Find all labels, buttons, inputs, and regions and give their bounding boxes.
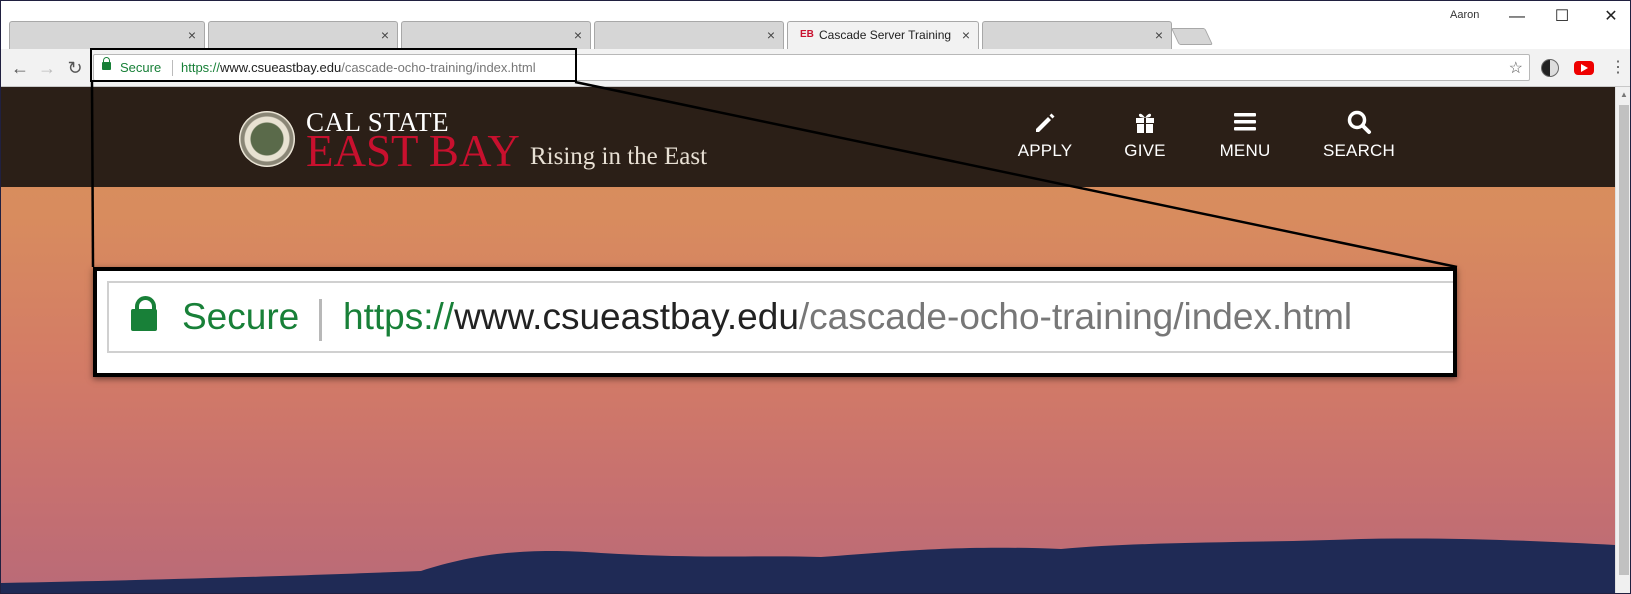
tab-3[interactable]: ×	[401, 21, 591, 49]
scroll-up-arrow-icon[interactable]: ▲	[1620, 90, 1628, 99]
browser-window: × × × × EB Cascade Server Training × × A…	[0, 0, 1631, 594]
hills-silhouette	[1, 538, 1615, 593]
nav-label: MENU	[1219, 141, 1271, 160]
tab-2[interactable]: ×	[208, 21, 398, 49]
tab-6[interactable]: ×	[982, 21, 1172, 49]
brand-east-bay[interactable]: EAST BAY	[306, 125, 520, 177]
gift-icon	[1136, 113, 1154, 133]
pencil-icon	[1036, 113, 1055, 132]
tab-active-cascade-server-training[interactable]: EB Cascade Server Training ×	[787, 21, 979, 49]
youtube-extension-icon[interactable]	[1574, 61, 1594, 75]
tab-1[interactable]: ×	[9, 21, 205, 49]
reload-button[interactable]: ↻	[64, 57, 86, 79]
chrome-menu-icon[interactable]: ⋮	[1610, 58, 1626, 78]
nav-menu[interactable]: MENU	[1200, 109, 1290, 161]
tab-close-button[interactable]: ×	[574, 26, 582, 44]
vertical-scrollbar[interactable]: ▲	[1615, 87, 1630, 593]
nav-label: APPLY	[1017, 141, 1073, 160]
tab-close-button[interactable]: ×	[381, 26, 389, 44]
minimize-button[interactable]: —	[1497, 5, 1537, 29]
nav-give[interactable]: GIVE	[1100, 109, 1190, 161]
tab-strip: × × × × EB Cascade Server Training × × A…	[1, 1, 1630, 49]
site-header: CAL STATE EAST BAY Rising in the East AP…	[1, 87, 1615, 187]
favicon-eb-icon: EB	[800, 29, 814, 40]
nav-search[interactable]: SEARCH	[1314, 109, 1404, 161]
zoomed-address-bar-callout: Secure https://www.csueastbay.edu/cascad…	[93, 267, 1457, 377]
zoomed-lock-icon	[131, 296, 157, 331]
tab-close-button[interactable]: ×	[767, 26, 775, 44]
nav-label: SEARCH	[1322, 141, 1396, 160]
tab-close-button[interactable]: ×	[962, 26, 970, 44]
maximize-button[interactable]: ☐	[1542, 5, 1582, 29]
zoomed-url-text: https://www.csueastbay.edu/cascade-ocho-…	[343, 296, 1352, 338]
zoom-source-highlight	[90, 48, 577, 82]
dark-mode-extension-icon[interactable]	[1541, 59, 1559, 77]
zoomed-address-bar: Secure https://www.csueastbay.edu/cascad…	[107, 281, 1453, 353]
bookmark-star-icon[interactable]: ☆	[1509, 58, 1523, 78]
tab-close-button[interactable]: ×	[1155, 26, 1163, 44]
forward-button[interactable]: →	[36, 57, 58, 79]
hamburger-menu-icon	[1234, 113, 1256, 131]
tab-title: Cascade Server Training	[819, 28, 952, 42]
profile-name[interactable]: Aaron	[1450, 9, 1479, 21]
scroll-thumb[interactable]	[1619, 105, 1629, 575]
tab-4[interactable]: ×	[594, 21, 784, 49]
zoomed-url-scheme: https://	[343, 296, 455, 337]
new-tab-button[interactable]	[1171, 28, 1213, 45]
zoomed-url-host: www.csueastbay.edu	[454, 296, 799, 337]
university-seal-logo[interactable]	[239, 111, 295, 167]
zoomed-url-path: /cascade-ocho-training/index.html	[798, 296, 1353, 337]
zoomed-divider	[319, 299, 322, 341]
zoomed-secure-label: Secure	[182, 296, 300, 337]
back-button[interactable]: ←	[9, 57, 31, 79]
nav-label: GIVE	[1124, 141, 1166, 160]
tab-close-button[interactable]: ×	[188, 26, 196, 44]
close-window-button[interactable]: ✕	[1591, 5, 1630, 29]
nav-apply[interactable]: APPLY	[1000, 109, 1090, 161]
brand-tagline: Rising in the East	[530, 143, 708, 170]
search-icon	[1347, 110, 1371, 134]
